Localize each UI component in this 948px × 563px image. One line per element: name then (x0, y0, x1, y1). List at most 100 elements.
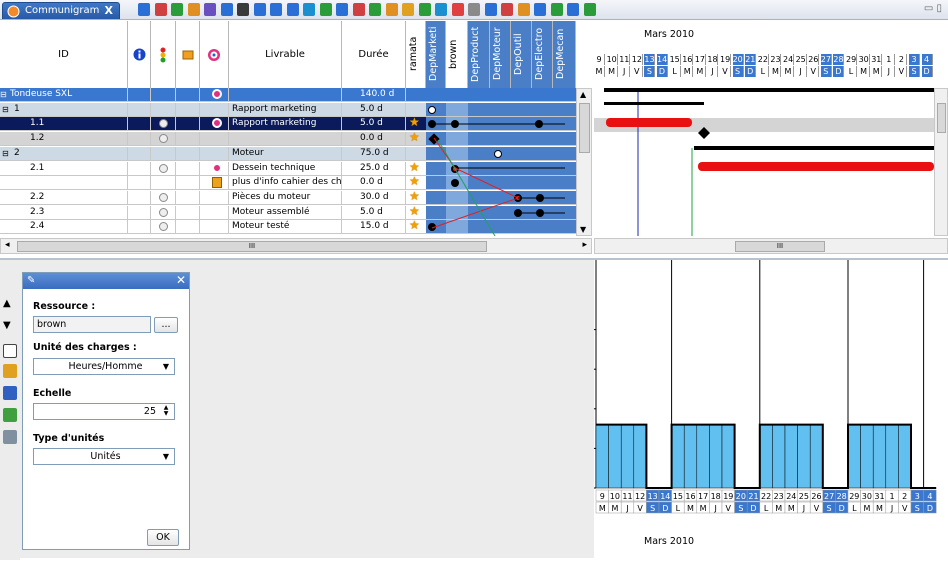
col-dep[interactable]: DepMoteur (490, 21, 511, 89)
toolbar-icon[interactable] (501, 3, 513, 16)
col-livrable[interactable]: Livrable (229, 21, 342, 89)
toolbar-icon[interactable] (171, 3, 183, 16)
toolbar-icon[interactable] (435, 3, 447, 16)
table-row[interactable]: 1.2 0.0 d ★ (0, 131, 576, 147)
collapse-icon[interactable]: ⊟ (2, 103, 9, 116)
toolbar-icon[interactable] (187, 3, 200, 16)
toolbar-icon[interactable] (220, 3, 233, 16)
toolbar-icon[interactable] (451, 3, 464, 16)
resource-chart: 05101520Unités pour tous les projets [He… (543, 260, 948, 560)
gantt-hscroll-thumb[interactable]: III (735, 241, 825, 252)
table-row[interactable]: 2.1 Dessein technique 25.0 d ★ (0, 160, 576, 176)
col-dep[interactable]: ramata (406, 21, 426, 89)
toolbar-icon[interactable] (517, 3, 530, 16)
cell-duree: 5.0 d (342, 205, 406, 219)
gantt-vscroll[interactable] (934, 88, 948, 236)
collapse-icon[interactable]: ⊟ (0, 88, 7, 101)
toolbar-icon[interactable] (253, 3, 266, 16)
table-row[interactable]: 1.1 Rapport marketing 5.0 d ★ (0, 116, 576, 132)
chevron-down-icon[interactable]: ▼ (159, 360, 173, 373)
target-icon (212, 89, 222, 99)
cell-dep (553, 146, 576, 160)
close-tab-icon[interactable]: X (105, 4, 113, 17)
toolbar-icon[interactable] (204, 3, 216, 16)
close-icon[interactable]: ✕ (176, 273, 186, 287)
col-dep[interactable]: DepMecan (553, 21, 576, 89)
traffic-light-icon (160, 47, 166, 63)
window-controls-icon[interactable]: ▭ ▯ (924, 3, 942, 14)
type-select[interactable]: Unités ▼ (33, 448, 175, 465)
unite-select[interactable]: Heures/Homme ▼ (33, 358, 175, 375)
toolbar-icon[interactable] (270, 3, 282, 16)
arrow-up-icon[interactable]: ▲ (3, 298, 17, 312)
toolbar-icon[interactable] (567, 3, 579, 16)
tab-communigram[interactable]: Communigram X (2, 2, 120, 19)
scroll-down-icon[interactable]: ▼ (580, 225, 586, 234)
scroll-thumb[interactable] (579, 103, 590, 153)
col-dep[interactable]: DepProduct (468, 21, 490, 89)
toolbar-icon[interactable] (385, 3, 398, 16)
table-row[interactable]: 2.2 Pièces du moteur 30.0 d ★ (0, 189, 576, 205)
table-row[interactable]: 2 ⊟ Moteur 75.0 d (0, 146, 576, 161)
chevron-down-icon[interactable]: ▼ (159, 450, 173, 463)
col-info[interactable] (128, 21, 151, 89)
grid-vscroll[interactable]: ▲ ▼ (576, 88, 592, 236)
toolbar-icon[interactable] (303, 3, 315, 16)
toolbar-icon[interactable] (402, 3, 414, 16)
table-row[interactable]: 2.4 Moteur testé 15.0 d ★ (0, 219, 576, 235)
toolbar-icon[interactable] (336, 3, 348, 16)
collapse-icon[interactable]: ⊟ (2, 147, 9, 160)
scroll-left-icon[interactable]: ◂ (5, 240, 10, 250)
x-weekday-label: S (650, 504, 655, 513)
scroll-right-icon[interactable]: ▸ (582, 240, 587, 250)
toolbar-icon[interactable] (352, 3, 365, 16)
table-row[interactable]: Tondeuse SXL ⊟ 140.0 d (0, 88, 576, 102)
table-row[interactable]: 2.3 Moteur assemblé 5.0 d ★ (0, 204, 576, 220)
gantt-hscroll[interactable]: III (594, 238, 948, 254)
table-row[interactable]: 1 ⊟ Rapport marketing 5.0 d (0, 102, 576, 117)
ok-button[interactable]: OK (147, 529, 179, 546)
toolbar-icon[interactable] (550, 3, 563, 16)
col-dep[interactable]: DepElectro (532, 21, 553, 89)
echelle-spinner[interactable]: 25 ▲ ▼ (33, 403, 175, 420)
tools-icon[interactable] (3, 408, 17, 422)
scroll-up-icon[interactable]: ▲ (580, 90, 586, 99)
window-icon[interactable] (3, 344, 17, 358)
col-duree[interactable]: Durée (342, 21, 406, 89)
toolbar-icon[interactable] (138, 3, 150, 16)
col-box[interactable] (176, 21, 200, 89)
info-icon (133, 48, 146, 61)
resources-icon[interactable] (3, 364, 17, 378)
toolbar-icon[interactable] (418, 3, 431, 16)
toolbar-icon[interactable] (319, 3, 332, 16)
spinner-arrows-icon[interactable]: ▲ ▼ (159, 405, 173, 418)
wrench-icon[interactable] (3, 430, 17, 444)
cell-target (200, 88, 229, 101)
col-status[interactable] (151, 21, 176, 89)
gantt-scroll-thumb[interactable] (937, 103, 946, 133)
toolbar-icon[interactable] (237, 3, 249, 16)
toolbar-icon[interactable] (468, 3, 480, 16)
grid-hscroll[interactable]: ◂ III ▸ (0, 238, 592, 254)
hscroll-thumb[interactable]: III (17, 241, 487, 252)
toolbar-icon[interactable] (534, 3, 546, 16)
arrow-down-icon[interactable]: ▼ (3, 320, 17, 334)
toolbar-icon[interactable] (154, 3, 167, 16)
toolbar-icon[interactable] (484, 3, 497, 16)
col-id[interactable]: ID (0, 21, 128, 89)
col-dep[interactable]: brown (446, 21, 468, 89)
col-target[interactable] (200, 21, 229, 89)
toolbar-icon[interactable] (369, 3, 381, 16)
x-weekday-label: D (839, 504, 845, 513)
col-dep[interactable]: DepMarketi (426, 21, 446, 89)
ressource-field[interactable]: brown (33, 316, 151, 333)
cell-dep (511, 176, 532, 190)
toolbar-icon[interactable] (583, 3, 596, 16)
cell-dep (468, 205, 490, 219)
browse-button[interactable]: ... (154, 317, 178, 333)
col-dep[interactable]: DepOutil (511, 21, 532, 89)
cell-dep (490, 161, 511, 175)
toolbar-icon[interactable] (286, 3, 299, 16)
table-row[interactable]: plus d'info cahier des cha...0.0 d★ (0, 175, 576, 191)
chart-icon[interactable] (3, 386, 17, 400)
